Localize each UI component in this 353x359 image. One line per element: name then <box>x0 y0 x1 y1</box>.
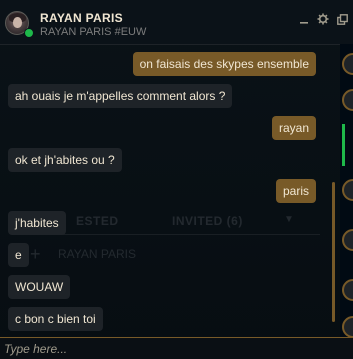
minimize-icon[interactable] <box>297 12 311 26</box>
chat-header: RAYAN PARIS RAYAN PARIS #EUW <box>0 0 353 45</box>
chat-input[interactable] <box>4 340 334 358</box>
online-status-icon <box>24 28 34 38</box>
friend-list-active-indicator <box>342 124 345 166</box>
chat-window: Golak ESTED INVITED (6) ▼ + RAYAN PARIS … <box>0 0 353 359</box>
message-list[interactable]: on faisais des skypes ensemble ah ouais … <box>0 44 340 337</box>
friend-name: RAYAN PARIS <box>40 11 123 25</box>
message-incoming: ah ouais je m'appelles comment alors ? <box>8 84 233 108</box>
chat-input-bar <box>0 337 353 359</box>
message-outgoing: rayan <box>271 116 316 140</box>
gear-icon[interactable] <box>316 12 330 26</box>
avatar-face <box>13 17 22 28</box>
scrollbar-thumb[interactable] <box>332 182 335 322</box>
message-scrollbar[interactable] <box>332 182 335 322</box>
popout-icon[interactable] <box>335 12 349 26</box>
message-incoming: ok et jh'abites ou ? <box>8 148 122 172</box>
message-outgoing: paris <box>275 179 316 203</box>
friend-riot-id: RAYAN PARIS #EUW <box>40 26 147 38</box>
message-outgoing: on faisais des skypes ensemble <box>132 52 316 76</box>
message-incoming: WOUAW <box>8 275 71 299</box>
message-incoming: c bon c bien toi <box>8 307 103 331</box>
message-incoming: e <box>8 243 29 267</box>
message-incoming: j'habites <box>8 211 66 235</box>
